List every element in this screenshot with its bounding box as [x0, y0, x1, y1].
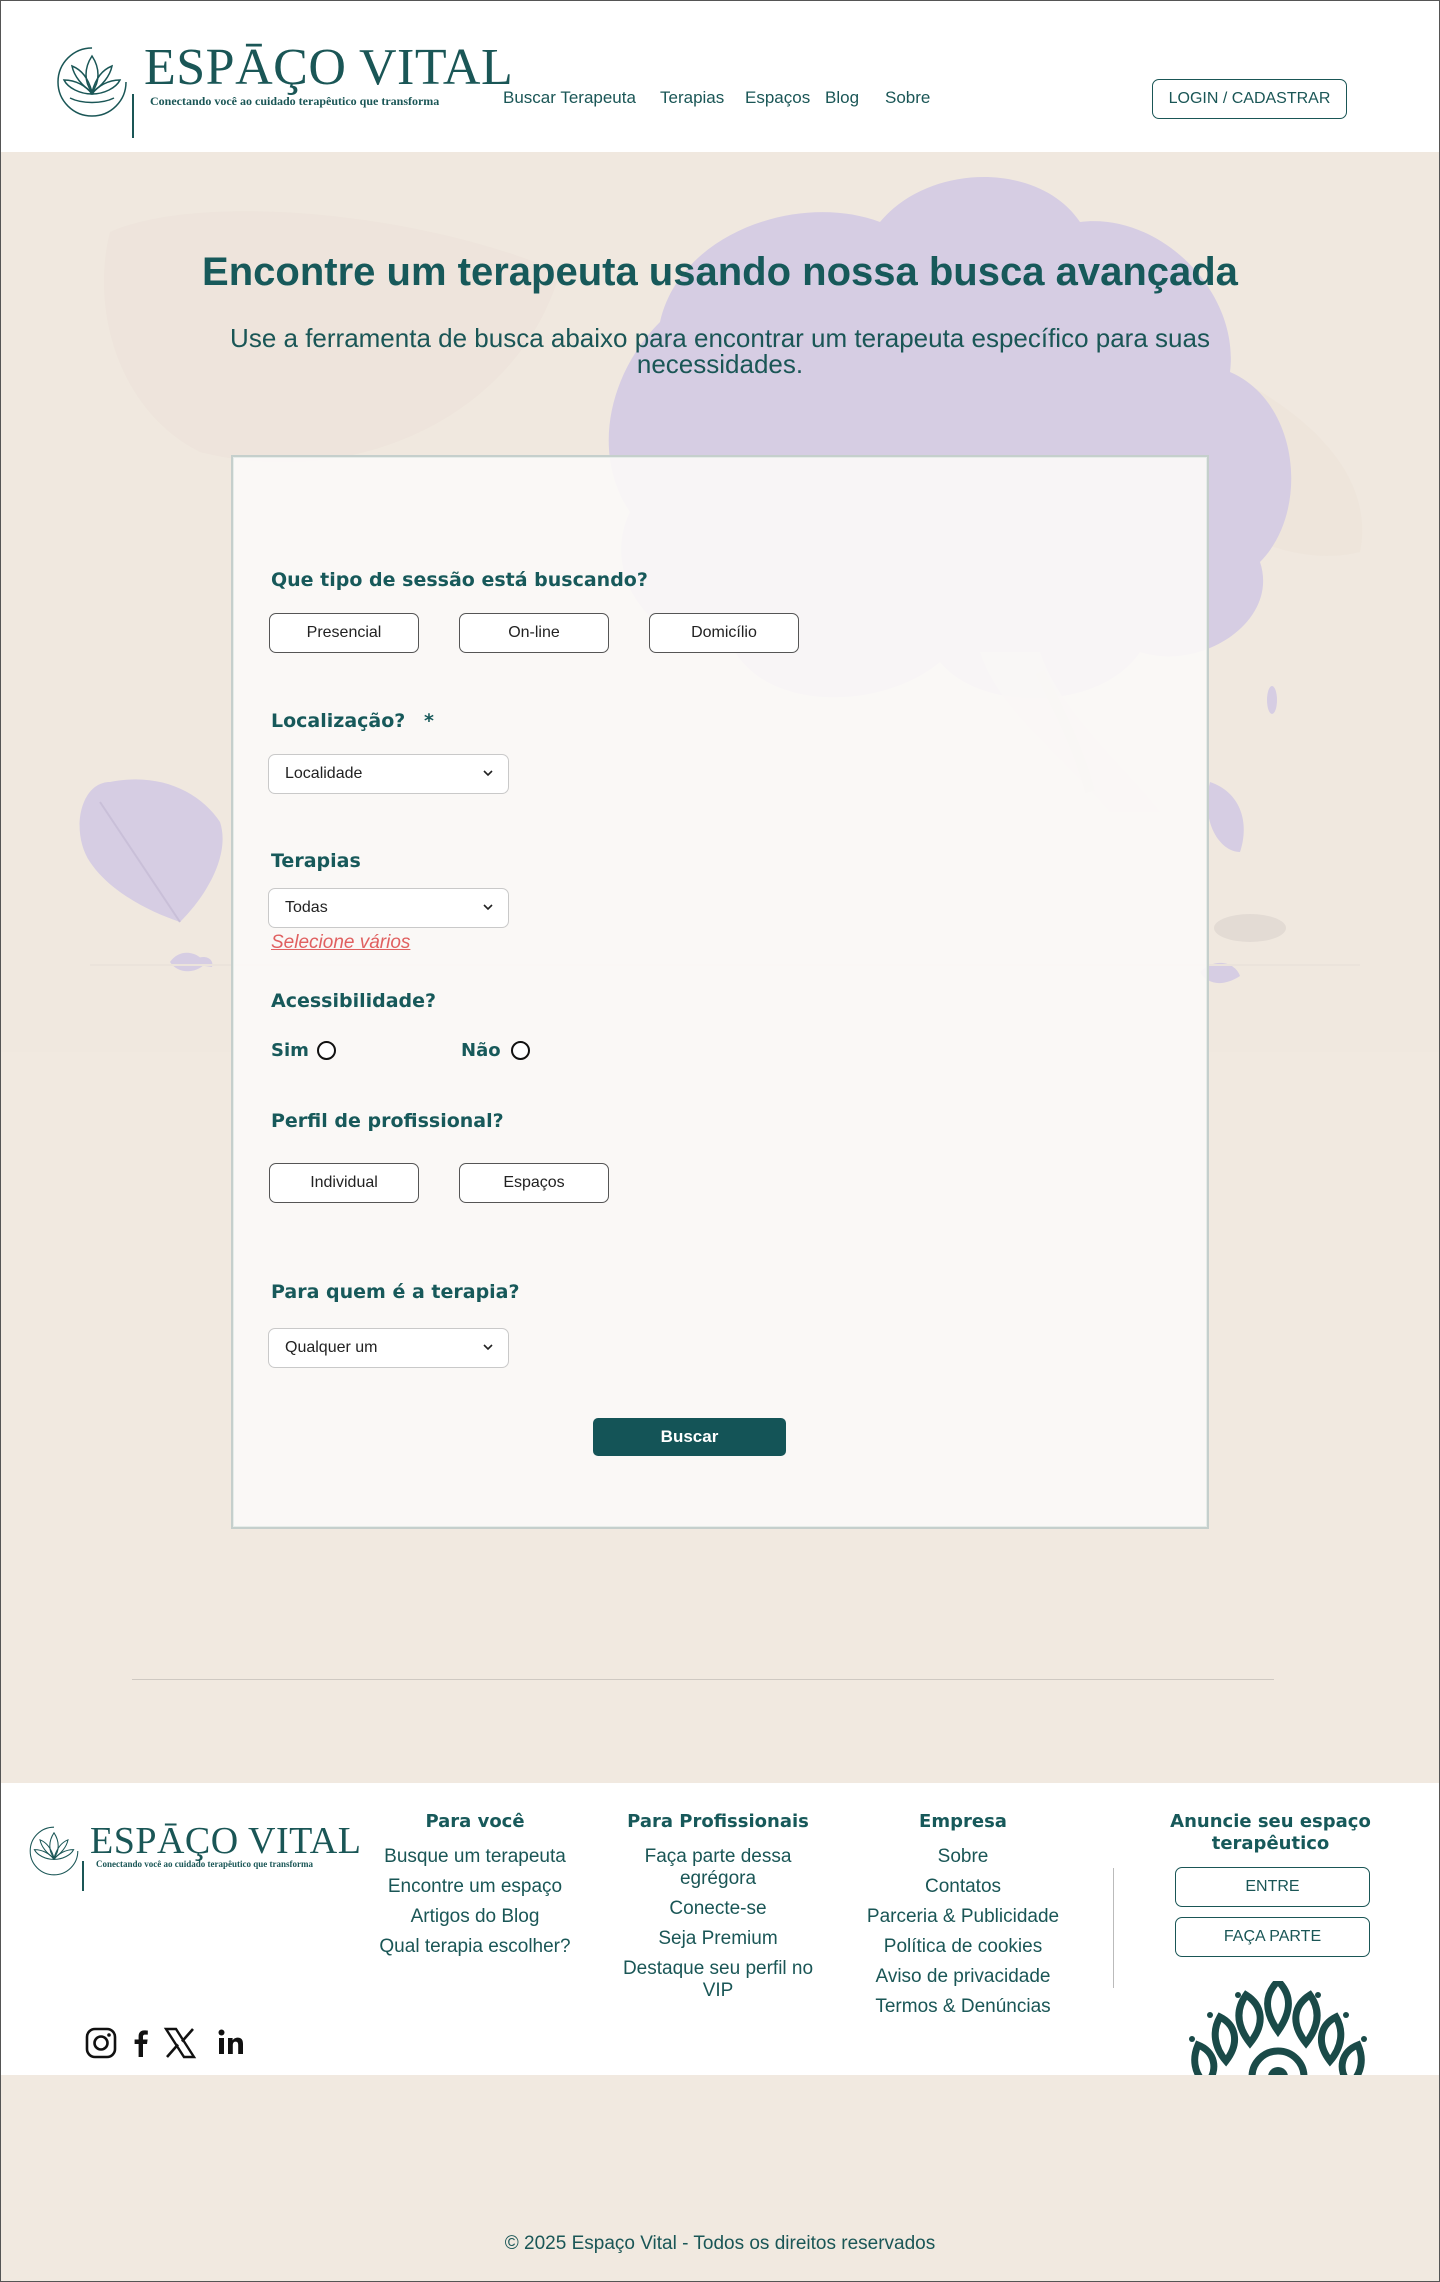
- for-whom-select-value: Qualquer um: [285, 1339, 378, 1356]
- footer-logo-tagline: Conectando você ao cuidado terapêutico q…: [96, 1859, 313, 1869]
- location-label: Localização? *: [271, 710, 434, 732]
- session-domicilio-button[interactable]: Domicílio: [649, 613, 799, 653]
- nav-buscar-terapeuta[interactable]: Buscar Terapeuta: [503, 88, 636, 108]
- hero-subtitle: Use a ferramenta de busca abaixo para en…: [230, 323, 1210, 379]
- footer-col-empresa: Empresa Sobre Contatos Parceria & Public…: [852, 1811, 1074, 2026]
- footer-link[interactable]: Contatos: [852, 1876, 1074, 1898]
- lotus-logo-icon: [29, 1826, 79, 1876]
- for-whom-select[interactable]: Qualquer um: [268, 1328, 509, 1368]
- section-divider: [132, 1679, 1274, 1680]
- enter-button[interactable]: ENTRE: [1175, 1867, 1370, 1907]
- footer-link[interactable]: Faça parte dessa egrégora: [608, 1846, 828, 1890]
- nav-blog[interactable]: Blog: [825, 88, 859, 108]
- x-icon[interactable]: [163, 2026, 197, 2060]
- session-type-label: Que tipo de sessão está buscando?: [271, 569, 648, 591]
- footer-link[interactable]: Sobre: [852, 1846, 1074, 1868]
- mandala-icon: [1189, 1981, 1367, 2075]
- footer-divider: [1113, 1868, 1114, 1988]
- site-footer: ESPĀÇO VITAL Conectando você ao cuidado …: [0, 1783, 1440, 2075]
- logo-tagline: Conectando você ao cuidado terapêutico q…: [150, 94, 440, 108]
- location-select-value: Localidade: [285, 765, 363, 782]
- chevron-down-icon: [483, 904, 493, 911]
- join-button[interactable]: FAÇA PARTE: [1175, 1917, 1370, 1957]
- nav-espacos[interactable]: Espaços: [745, 88, 810, 108]
- chevron-down-icon: [483, 770, 493, 777]
- advertise-title: Anuncie seu espaço terapêutico: [1170, 1811, 1371, 1854]
- footer-col-title: Para Profissionais: [627, 1811, 809, 1832]
- footer-logo[interactable]: ESPĀÇO VITAL Conectando você ao cuidado …: [28, 1820, 361, 1893]
- footer-link[interactable]: Aviso de privacidade: [852, 1966, 1074, 1988]
- search-submit-button[interactable]: Buscar: [593, 1418, 786, 1456]
- nav-terapias[interactable]: Terapias: [660, 88, 724, 108]
- login-signup-button[interactable]: LOGIN / CADASTRAR: [1152, 79, 1347, 119]
- copyright-text: © 2025 Espaço Vital - Todos os direitos …: [504, 2233, 936, 2254]
- footer-logo-wordmark: ESPĀÇO VITAL: [90, 1820, 362, 1862]
- instagram-icon[interactable]: [84, 2026, 118, 2060]
- footer-col-title: Empresa: [919, 1811, 1007, 1832]
- footer-link[interactable]: Busque um terapeuta: [360, 1846, 590, 1868]
- chevron-down-icon: [483, 1344, 493, 1351]
- facebook-icon[interactable]: [124, 2026, 158, 2060]
- therapies-label: Terapias: [271, 850, 361, 872]
- linkedin-icon[interactable]: [214, 2026, 248, 2060]
- footer-link[interactable]: Termos & Denúncias: [852, 1996, 1074, 2018]
- logo-divider: [132, 94, 134, 138]
- footer-link[interactable]: Seja Premium: [608, 1928, 828, 1950]
- accessibility-no-label: Não: [461, 1040, 501, 1061]
- footer-col-para-profissionais: Para Profissionais Faça parte dessa egré…: [608, 1811, 828, 2010]
- footer-link[interactable]: Artigos do Blog: [360, 1906, 590, 1928]
- session-online-button[interactable]: On-line: [459, 613, 609, 653]
- for-whom-label: Para quem é a terapia?: [271, 1281, 520, 1303]
- location-label-text: Localização?: [271, 710, 406, 732]
- profile-label: Perfil de profissional?: [271, 1110, 504, 1132]
- profile-individual-button[interactable]: Individual: [269, 1163, 419, 1203]
- nav-sobre[interactable]: Sobre: [885, 88, 930, 108]
- site-logo[interactable]: ESPĀÇO VITAL Conectando você ao cuidado …: [56, 38, 513, 138]
- footer-col-title: Para você: [425, 1811, 525, 1832]
- accessibility-no-radio[interactable]: [511, 1041, 530, 1060]
- footer-link[interactable]: Destaque seu perfil no VIP: [608, 1958, 828, 2002]
- select-multiple-link[interactable]: Selecione vários: [271, 932, 410, 954]
- lotus-logo-icon: [57, 47, 127, 117]
- required-mark: *: [423, 710, 434, 732]
- footer-link[interactable]: Qual terapia escolher?: [360, 1936, 590, 1958]
- footer-link[interactable]: Parceria & Publicidade: [852, 1906, 1074, 1928]
- therapies-select[interactable]: Todas: [268, 888, 509, 928]
- accessibility-yes-radio[interactable]: [317, 1041, 336, 1060]
- footer-col-para-voce: Para você Busque um terapeuta Encontre u…: [360, 1811, 590, 1966]
- hero-title: Encontre um terapeuta usando nossa busca…: [202, 250, 1238, 294]
- footer-link[interactable]: Política de cookies: [852, 1936, 1074, 1958]
- therapies-select-value: Todas: [285, 899, 328, 916]
- logo-wordmark: ESPĀÇO VITAL: [144, 39, 514, 96]
- footer-link[interactable]: Encontre um espaço: [360, 1876, 590, 1898]
- location-select[interactable]: Localidade: [268, 754, 509, 794]
- accessibility-yes-label: Sim: [271, 1040, 309, 1061]
- accessibility-label: Acessibilidade?: [271, 990, 437, 1012]
- site-header: ESPĀÇO VITAL Conectando você ao cuidado …: [0, 0, 1440, 152]
- profile-espacos-button[interactable]: Espaços: [459, 1163, 609, 1203]
- session-presencial-button[interactable]: Presencial: [269, 613, 419, 653]
- footer-logo-divider: [82, 1861, 84, 1891]
- footer-link[interactable]: Conecte-se: [608, 1898, 828, 1920]
